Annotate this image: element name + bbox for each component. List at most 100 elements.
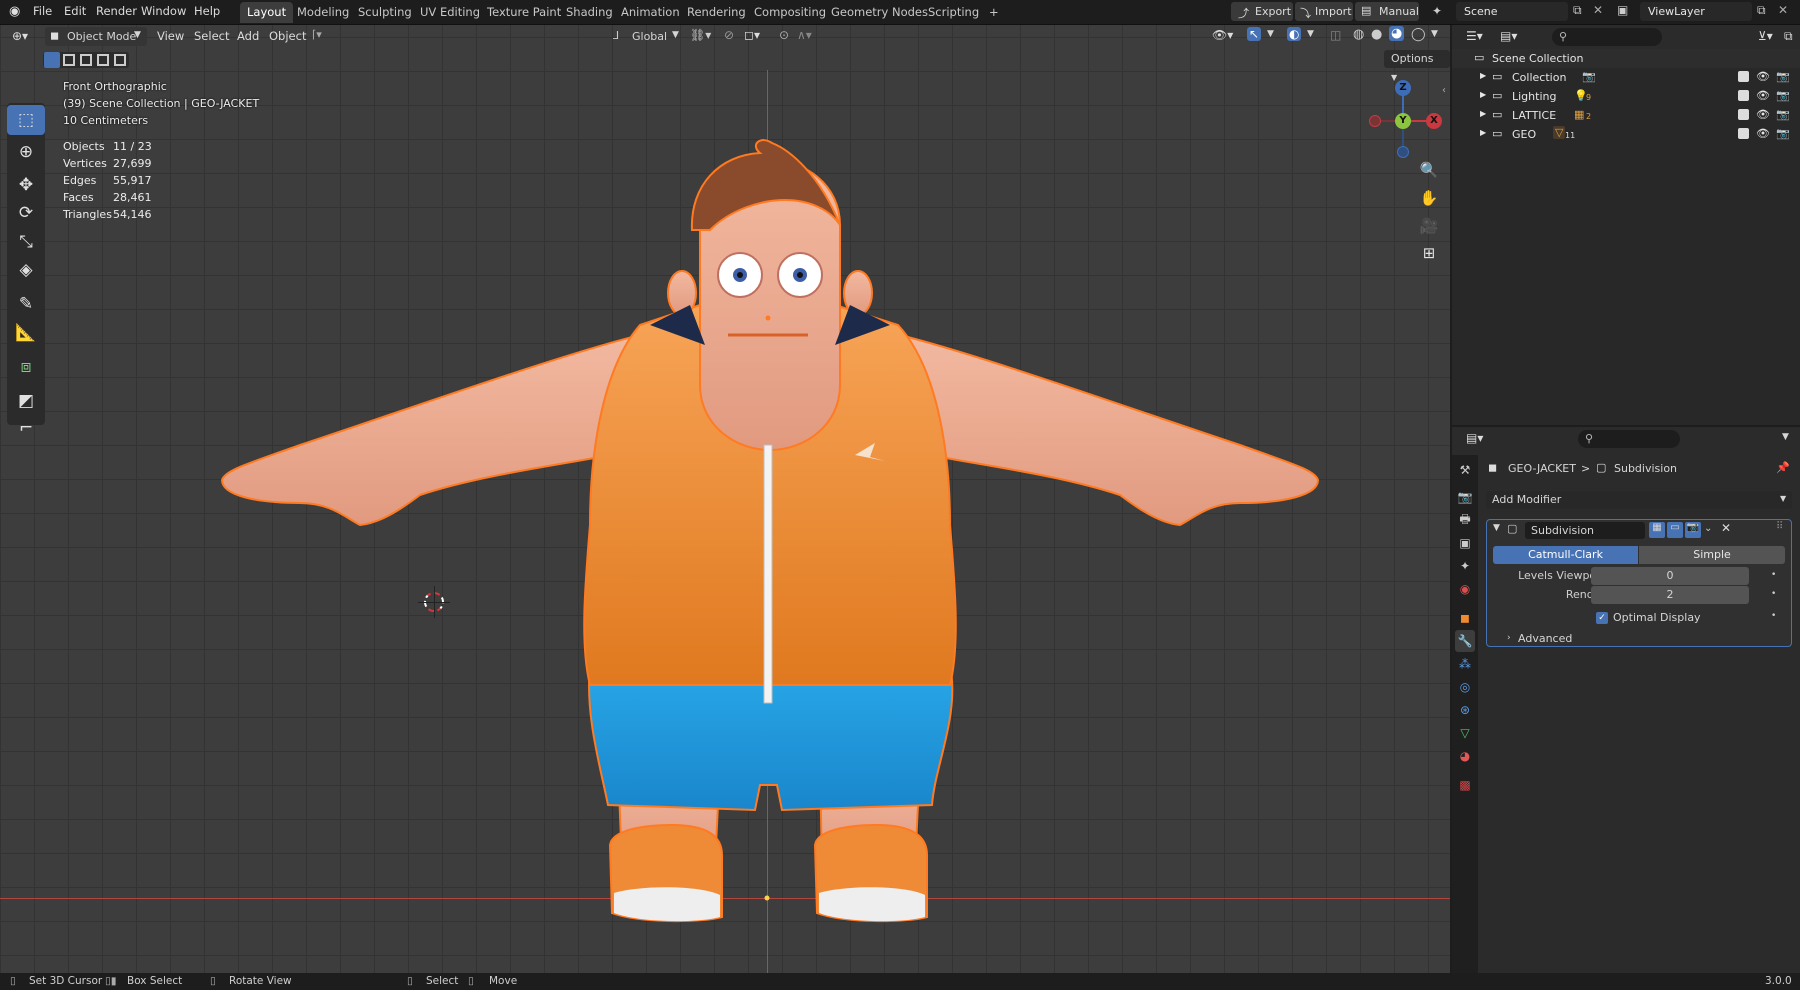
levels-viewport-field[interactable]: 0 (1591, 567, 1749, 585)
outliner-item-lattice[interactable]: ▶ ▭ LATTICE ▦ 2 👁 📷 (1452, 106, 1800, 125)
display-mode-icon[interactable]: ▤▾ (1500, 29, 1517, 43)
algorithm-simple-button[interactable]: Simple (1639, 546, 1785, 564)
character-model[interactable] (0, 25, 1450, 973)
properties-search-input[interactable]: ⚲ (1578, 430, 1680, 448)
tab-view-layer[interactable]: ▣ (1455, 532, 1475, 554)
expand-arrow-icon[interactable]: ▶ (1480, 71, 1486, 80)
render-camera-icon[interactable]: 📷 (1776, 108, 1790, 121)
tab-compositing[interactable]: Compositing (747, 2, 833, 23)
advanced-expand-icon[interactable]: › (1507, 633, 1511, 643)
tab-particles[interactable]: ⁂ (1455, 653, 1475, 675)
keyframe-dot-icon[interactable]: • (1771, 570, 1776, 580)
pin-icon[interactable]: 📌 (1776, 461, 1790, 474)
render-camera-icon[interactable]: 📷 (1776, 89, 1790, 102)
tab-data[interactable]: ▽ (1455, 722, 1475, 744)
view-layer-icon[interactable]: ▣ (1617, 3, 1628, 17)
modifier-menu-icon[interactable]: ⌄ (1704, 523, 1712, 534)
tab-render[interactable]: 📷 (1455, 486, 1475, 508)
render-camera-icon[interactable]: 📷 (1776, 127, 1790, 140)
menu-file[interactable]: File (33, 4, 52, 18)
gizmo-neg-x-button[interactable] (1369, 115, 1381, 127)
outliner-search-input[interactable]: ⚲ (1552, 28, 1662, 46)
algorithm-catmull-clark-button[interactable]: Catmull-Clark (1493, 546, 1638, 564)
render-camera-icon[interactable]: 📷 (1776, 70, 1790, 83)
view-layer-field[interactable]: ViewLayer (1640, 2, 1752, 21)
include-checkbox[interactable] (1738, 109, 1749, 120)
menu-render[interactable]: Render (96, 4, 137, 18)
tab-geometry-nodes[interactable]: Geometry Nodes (824, 2, 935, 23)
drag-handle-icon[interactable]: ⠿ (1776, 521, 1783, 532)
eye-icon[interactable]: 👁 (1756, 127, 1770, 140)
menu-window[interactable]: Window (141, 4, 186, 18)
collapse-arrow-icon[interactable]: ▼ (1493, 523, 1500, 533)
delete-view-layer-icon[interactable]: ✕ (1778, 3, 1788, 17)
tab-rendering[interactable]: Rendering (680, 2, 753, 23)
include-checkbox[interactable] (1738, 90, 1749, 101)
tab-sculpting[interactable]: Sculpting (351, 2, 419, 23)
tab-uv-editing[interactable]: UV Editing (413, 2, 487, 23)
add-workspace-button[interactable]: + (982, 2, 1006, 23)
outliner-item-lighting[interactable]: ▶ ▭ Lighting 💡 9 👁 📷 (1452, 87, 1800, 106)
tab-texture-paint[interactable]: Texture Paint (480, 2, 568, 23)
ortho-toggle-button[interactable]: ⊞ (1415, 240, 1443, 266)
tab-physics[interactable]: ◎ (1455, 676, 1475, 698)
menu-edit[interactable]: Edit (64, 4, 86, 18)
modifier-name-field[interactable]: Subdivision (1525, 522, 1645, 539)
outliner-item-collection[interactable]: ▶ ▭ Collection 📷 👁 📷 (1452, 68, 1800, 87)
keyframe-dot-icon[interactable]: • (1771, 611, 1776, 621)
3d-viewport[interactable]: ⊕▾ ◼ Object Mode ▼ View Select Add Objec… (0, 25, 1450, 973)
outliner-editor-icon[interactable]: ☰▾ (1466, 29, 1483, 43)
eye-icon[interactable]: 👁 (1756, 89, 1770, 102)
tab-constraints[interactable]: ⊛ (1455, 699, 1475, 721)
include-checkbox[interactable] (1738, 71, 1749, 82)
new-collection-icon[interactable]: ⧉ (1784, 29, 1793, 44)
gizmo-z-button[interactable]: Z (1395, 80, 1411, 96)
new-scene-icon[interactable]: ⧉ (1573, 3, 1582, 18)
zoom-button[interactable]: 🔍 (1415, 157, 1443, 183)
edit-mode-toggle-icon[interactable]: ▦ (1649, 522, 1665, 538)
tab-world[interactable]: ◉ (1455, 578, 1475, 600)
eye-icon[interactable]: 👁 (1756, 70, 1770, 83)
tab-tool[interactable]: ⚒ (1455, 459, 1475, 481)
gizmo-y-button[interactable]: Y (1395, 113, 1411, 129)
add-modifier-dropdown[interactable]: Add Modifier ▼ (1486, 491, 1792, 509)
gizmo-x-button[interactable]: X (1426, 113, 1442, 129)
filter-icon[interactable]: ⊻▾ (1758, 29, 1773, 43)
render-levels-field[interactable]: 2 (1591, 586, 1749, 604)
expand-arrow-icon[interactable]: ▶ (1480, 90, 1486, 99)
collapse-sidebar-icon[interactable]: ‹ (1442, 85, 1446, 96)
outliner-root[interactable]: ▭ Scene Collection (1452, 49, 1800, 68)
tab-output[interactable]: 🖶 (1455, 509, 1475, 531)
optimal-display-checkbox[interactable]: ✓ (1596, 612, 1608, 624)
camera-view-button[interactable]: 🎥 (1415, 213, 1443, 239)
tab-object[interactable]: ◼ (1455, 607, 1475, 629)
keyframe-dot-icon[interactable]: • (1771, 589, 1776, 599)
tab-modifiers[interactable]: 🔧 (1455, 630, 1475, 652)
expand-arrow-icon[interactable]: ▶ (1480, 128, 1486, 137)
eye-icon[interactable]: 👁 (1756, 108, 1770, 121)
tab-scripting[interactable]: Scripting (921, 2, 986, 23)
tab-layout[interactable]: Layout (240, 2, 294, 23)
scene-field[interactable]: Scene (1456, 2, 1568, 21)
advanced-section-label[interactable]: Advanced (1518, 632, 1572, 645)
blender-logo-icon[interactable]: ◉ (9, 4, 20, 19)
close-icon[interactable]: ✕ (1721, 521, 1731, 535)
tab-shading[interactable]: Shading (559, 2, 620, 23)
tab-scene[interactable]: ✦ (1455, 555, 1475, 577)
new-view-layer-icon[interactable]: ⧉ (1757, 3, 1766, 18)
expand-arrow-icon[interactable]: ▶ (1480, 109, 1486, 118)
menu-help[interactable]: Help (194, 4, 220, 18)
include-checkbox[interactable] (1738, 128, 1749, 139)
viewport-toggle-icon[interactable]: ▭ (1667, 522, 1683, 538)
render-toggle-icon[interactable]: 📷 (1685, 522, 1701, 538)
tab-modeling[interactable]: Modeling (290, 2, 356, 23)
outliner-item-geo[interactable]: ▶ ▭ GEO ▽ 11 👁 📷 (1452, 125, 1800, 144)
delete-scene-icon[interactable]: ✕ (1593, 3, 1603, 17)
chevron-down-icon[interactable]: ▼ (1782, 432, 1789, 442)
scene-icon[interactable]: ✦ (1432, 4, 1442, 18)
tab-animation[interactable]: Animation (614, 2, 687, 23)
gizmo-neg-z-button[interactable] (1397, 146, 1409, 158)
tab-material[interactable]: ◕ (1455, 745, 1475, 767)
tab-texture[interactable]: ▩ (1455, 774, 1475, 796)
pan-button[interactable]: ✋ (1415, 185, 1443, 211)
